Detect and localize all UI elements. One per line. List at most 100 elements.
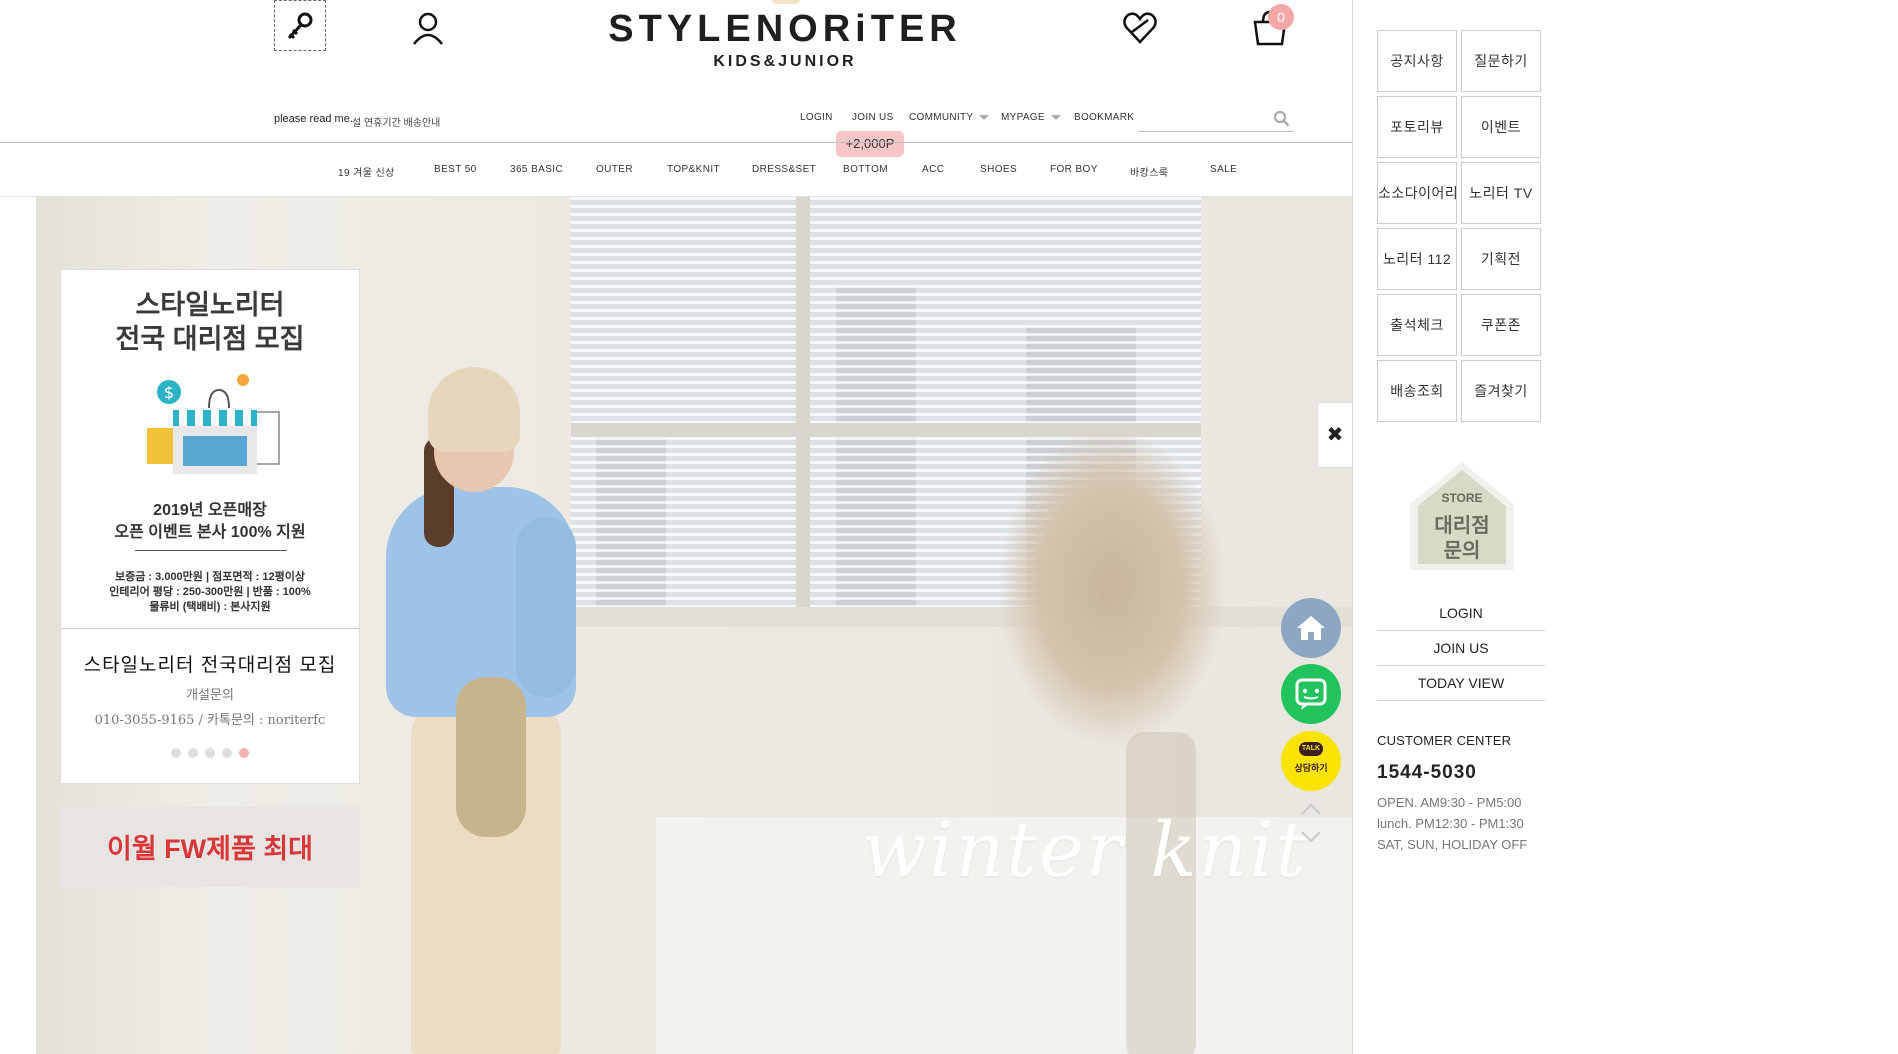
topnav-mypage-label: MYPAGE	[1001, 112, 1045, 123]
popup-line-1: 2019년 오픈매장	[153, 502, 267, 519]
side-login-link[interactable]: LOGIN	[1377, 596, 1545, 631]
hero-window-frame	[796, 197, 810, 607]
customer-center-title: CUSTOMER CENTER	[1377, 733, 1512, 748]
category-dress-set[interactable]: DRESS&SET	[752, 164, 816, 175]
store-recruit-popup[interactable]: 스타일노리터 전국 대리점 모집 $ 2019년 오픈매장 오픈 이벤트 본사 …	[60, 269, 360, 784]
join-point-tag: +2,000P	[836, 131, 904, 157]
category-outer[interactable]: OUTER	[596, 164, 633, 175]
topnav-join[interactable]: JOIN US	[852, 112, 894, 123]
popup-line-2: 오픈 이벤트 본사 100% 지원	[114, 524, 306, 541]
popup-divider	[135, 550, 287, 551]
category-shoes[interactable]: SHOES	[980, 164, 1017, 175]
customer-center-phone: 1544-5030	[1377, 762, 1477, 783]
chevron-down-icon	[979, 114, 990, 120]
popup-headline-1: 스타일노리터	[135, 290, 285, 320]
customer-center-holiday: SAT, SUN, HOLIDAY OFF	[1377, 837, 1528, 852]
store-badge-name-2: 문의	[1443, 540, 1481, 562]
shop-illustration-icon: $	[139, 370, 289, 480]
chat-button[interactable]	[1281, 664, 1341, 724]
category-vacance[interactable]: 바캉스룩	[1130, 164, 1168, 179]
side-tv-button[interactable]: 노리터 TV	[1461, 162, 1541, 224]
category-bottom[interactable]: BOTTOM	[843, 164, 888, 175]
topnav-community[interactable]: COMMUNITY	[909, 112, 990, 123]
category-for-boy[interactable]: FOR BOY	[1050, 164, 1098, 175]
pagination-dot[interactable]	[222, 748, 232, 758]
side-today-view-link[interactable]: TODAY VIEW	[1377, 666, 1545, 701]
topnav-community-label: COMMUNITY	[909, 112, 974, 123]
popup-detail-3: 물류비 (택배비) : 본사지원	[149, 601, 271, 613]
notice-label: please read me.	[274, 113, 353, 125]
heart-icon-svg	[1123, 12, 1157, 44]
side-coupon-button[interactable]: 쿠폰존	[1461, 294, 1541, 356]
popup-phone: 010-3055-9165 / 카톡문의 : noriterfc	[94, 713, 326, 728]
search-input[interactable]	[1138, 131, 1294, 132]
topnav-bookmark[interactable]: BOOKMARK	[1074, 112, 1134, 123]
popup-pagination	[171, 748, 251, 758]
topnav-login[interactable]: LOGIN	[800, 112, 833, 123]
hero-model-scarf	[456, 677, 526, 837]
customer-center-lunch: lunch. PM12:30 - PM1:30	[1377, 816, 1524, 831]
category-winter-new[interactable]: 19 겨울 신상	[338, 164, 395, 179]
hero-script-text: winter knit	[862, 805, 1309, 894]
customer-center-open: OPEN. AM9:30 - PM5:00	[1377, 795, 1522, 810]
category-acc[interactable]: ACC	[922, 164, 944, 175]
home-button[interactable]	[1281, 598, 1341, 658]
popup-subtitle: 개설문의	[186, 687, 234, 702]
hero-sill	[516, 607, 1352, 627]
arrow-up-icon[interactable]	[1299, 802, 1323, 816]
side-notice-button[interactable]: 공지사항	[1377, 30, 1457, 92]
notice-link[interactable]: 설 연휴기간 배송안내	[352, 114, 440, 129]
chevron-down-icon	[1050, 114, 1061, 120]
svg-text:$: $	[164, 383, 174, 402]
arrow-down-icon[interactable]	[1299, 830, 1323, 844]
arrow-down-svg	[1301, 831, 1321, 843]
category-sale[interactable]: SALE	[1210, 164, 1237, 175]
topnav-mypage[interactable]: MYPAGE	[1001, 112, 1061, 123]
popup-detail-1: 보증금 : 3.000만원 | 점포면적 : 12평이상	[115, 571, 305, 583]
pagination-dot-active[interactable]	[239, 748, 249, 758]
pagination-dot[interactable]	[188, 748, 198, 758]
search-icon[interactable]	[1273, 110, 1290, 127]
pagination-dot[interactable]	[171, 748, 181, 758]
side-special-button[interactable]: 기획전	[1461, 228, 1541, 290]
side-delivery-button[interactable]: 배송조회	[1377, 360, 1457, 422]
popup-detail-2: 인테리어 평당 : 250-300만원 | 반품 : 100%	[109, 586, 311, 598]
popup-title: 스타일노리터 전국대리점 모집	[83, 655, 337, 676]
hero-model-arm	[516, 517, 576, 697]
side-favorites-button[interactable]: 즐겨찾기	[1461, 360, 1541, 422]
logo[interactable]: STYLENORiTER KIDS&JUNIOR	[600, 8, 970, 72]
talk-label: 상담하기	[1294, 763, 1328, 773]
pagination-dot[interactable]	[205, 748, 215, 758]
heart-icon[interactable]	[1120, 8, 1160, 46]
user-icon-svg	[413, 12, 443, 45]
side-attendance-button[interactable]: 출석체크	[1377, 294, 1457, 356]
key-icon[interactable]	[274, 0, 326, 51]
user-icon[interactable]	[408, 8, 448, 48]
logo-accent	[772, 0, 800, 4]
side-join-link[interactable]: JOIN US	[1377, 631, 1545, 666]
category-top-knit[interactable]: TOP&KNIT	[667, 164, 720, 175]
popup-headline-2: 전국 대리점 모집	[115, 324, 305, 354]
chat-icon	[1295, 678, 1327, 710]
key-icon-svg	[287, 12, 313, 40]
fw-sale-text: 이월 FW제품 최대	[106, 834, 314, 864]
fw-sale-popup[interactable]: 이월 FW제품 최대	[60, 807, 360, 887]
side-event-button[interactable]: 이벤트	[1461, 96, 1541, 158]
category-365-basic[interactable]: 365 BASIC	[510, 164, 563, 175]
store-badge-word: STORE	[1441, 491, 1483, 505]
kakao-talk-icon[interactable]: TALK 상담하기	[1281, 731, 1341, 791]
shop-illustration-svg: $	[147, 374, 280, 474]
home-icon	[1297, 616, 1325, 640]
side-112-button[interactable]: 노리터 112	[1377, 228, 1457, 290]
logo-main-text: STYLENORiTER	[608, 8, 962, 50]
cart-count-badge: 0	[1268, 4, 1294, 30]
logo-sub-text: KIDS&JUNIOR	[713, 53, 857, 70]
header-divider	[0, 142, 1352, 143]
main-content: STYLENORiTER KIDS&JUNIOR 0 please read m…	[0, 0, 1352, 1054]
search-icon-svg	[1273, 110, 1290, 127]
side-question-button[interactable]: 질문하기	[1461, 30, 1541, 92]
side-photo-review-button[interactable]: 포토리뷰	[1377, 96, 1457, 158]
category-best50[interactable]: BEST 50	[434, 164, 477, 175]
close-icon[interactable]: ✖	[1317, 402, 1352, 468]
side-diary-button[interactable]: 소소다이어리	[1377, 162, 1458, 224]
